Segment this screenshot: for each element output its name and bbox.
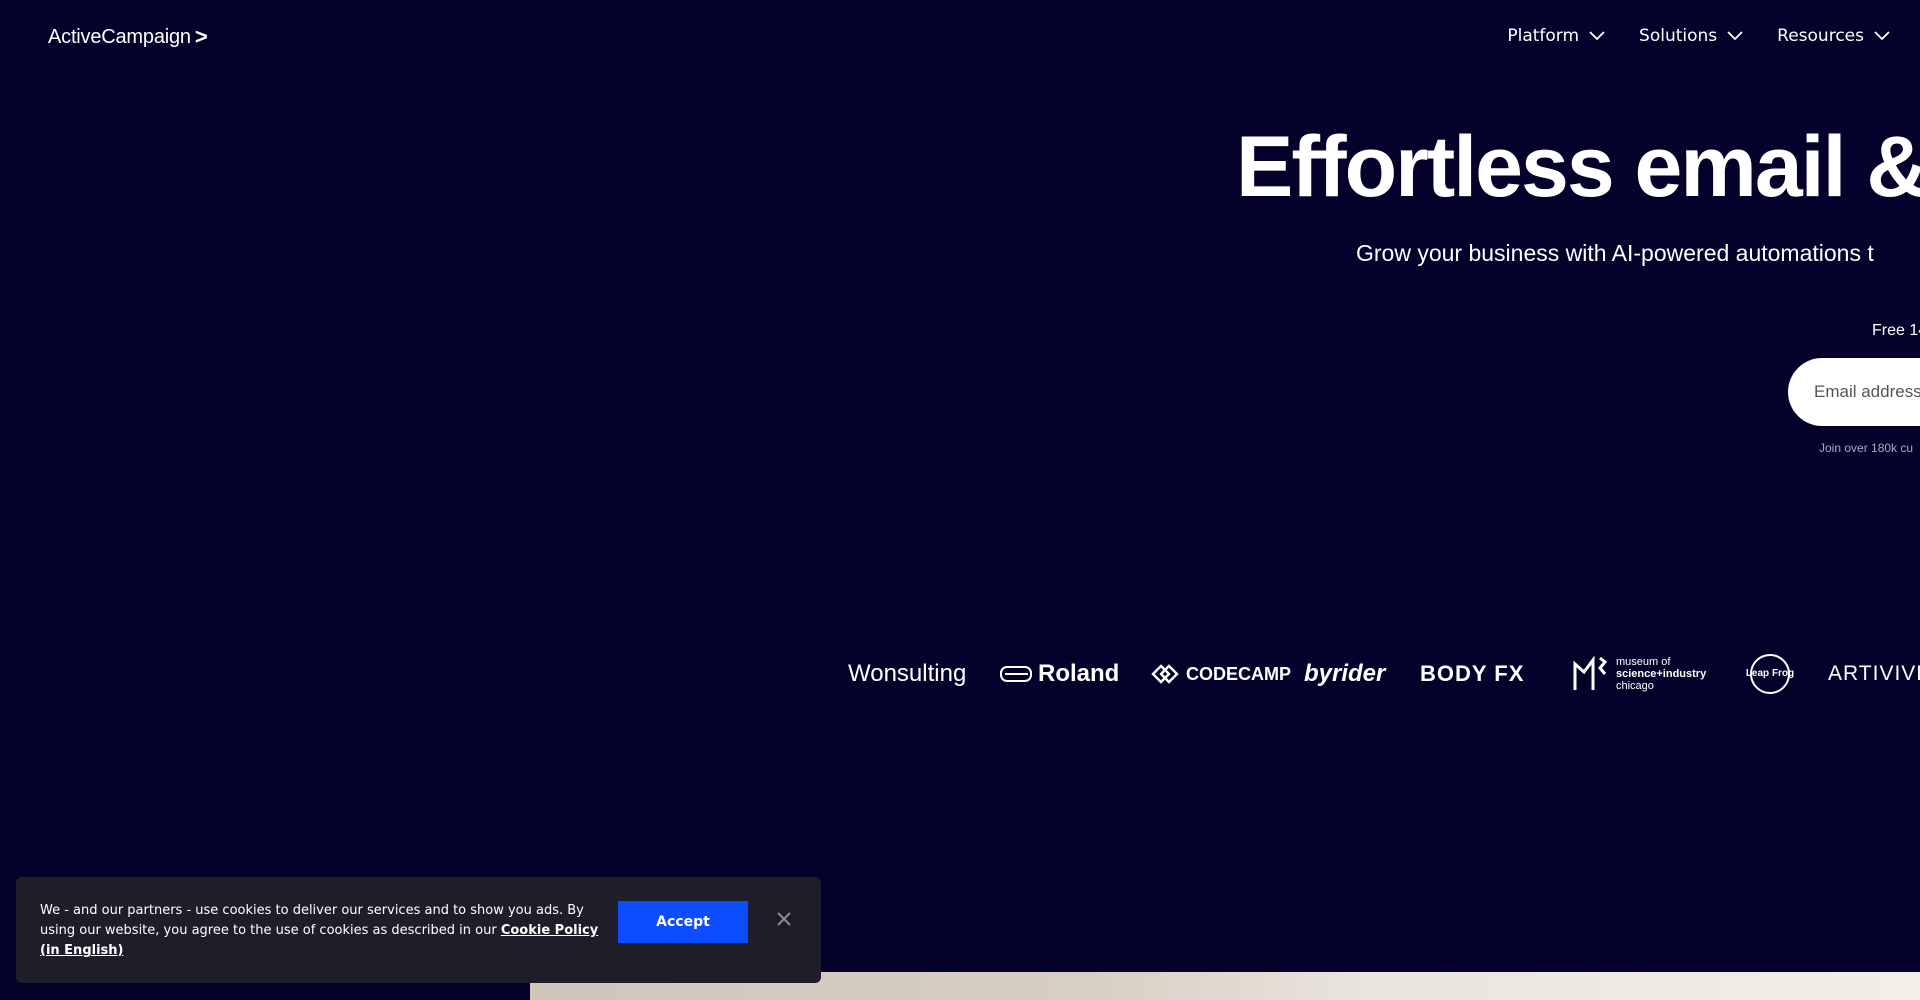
accept-button[interactable]: Accept [618, 901, 748, 943]
nav-solutions[interactable]: Solutions [1639, 26, 1743, 46]
logo-text: ActiveCampaign [48, 25, 191, 48]
email-field[interactable] [1788, 358, 1920, 426]
logo-msi-line1: museum of [1616, 656, 1671, 668]
logo-codecamp-text: CODECAMP [1186, 663, 1292, 684]
logo-wonsulting: Wonsulting [848, 654, 966, 694]
chevron-down-icon [1727, 31, 1743, 41]
join-text: Join over 180k cu [1819, 441, 1914, 455]
hero-title: Effortless email & [1236, 119, 1920, 215]
nav-platform-label: Platform [1507, 26, 1580, 46]
cookie-banner: We - and our partners - use cookies to d… [16, 877, 821, 983]
nav-solutions-label: Solutions [1639, 26, 1718, 46]
logo-byrider-text: byrider [1304, 660, 1386, 687]
customer-logos: Wonsulting Roland CODECAMP byrider BODY … [848, 654, 1920, 702]
nav-resources-label: Resources [1777, 26, 1864, 46]
logo-bodyfx: BODY FX [1420, 654, 1524, 694]
logo-roland: Roland [1000, 654, 1119, 694]
msi-mark-icon [1573, 655, 1608, 690]
logo-msi-line3: chicago [1616, 680, 1654, 692]
leapfrog-badge: Leap Frog [1746, 654, 1794, 694]
logo-codecamp: CODECAMP [1150, 654, 1291, 694]
email-field-wrapper [1788, 358, 1920, 426]
hero-subtitle: Grow your business with AI-powered autom… [1356, 240, 1874, 266]
close-icon-glyph [777, 912, 791, 926]
cookie-text: We - and our partners - use cookies to d… [40, 901, 600, 961]
logo-chevron-icon: > [194, 24, 208, 49]
logo-msi: museum of science+industry chicago [1572, 654, 1706, 694]
logo-msi-text: museum of science+industry chicago [1616, 656, 1706, 692]
top-nav: Platform Solutions Resources [1507, 26, 1890, 46]
brand-logo[interactable]: ActiveCampaign > [48, 24, 208, 50]
logo-artivive: ARTIVIVE [1828, 654, 1920, 694]
nav-resources[interactable]: Resources [1777, 26, 1890, 46]
logo-bodyfx-text: BODY FX [1420, 661, 1525, 686]
logo-byrider: byrider [1304, 654, 1385, 694]
chevron-down-icon [1874, 31, 1890, 41]
nav-platform[interactable]: Platform [1507, 26, 1605, 46]
logo-roland-text: Roland [1038, 660, 1120, 687]
logo-leapfrog: Leap Frog [1746, 654, 1794, 694]
logo-artivive-text: ARTIVIVE [1828, 662, 1920, 685]
close-icon[interactable] [774, 909, 794, 929]
logo-msi-line2: science+industry [1616, 668, 1707, 680]
logo-wonsulting-text: Wonsulting [848, 660, 967, 687]
trial-text: Free 14 [1872, 322, 1920, 339]
chevron-down-icon [1589, 31, 1605, 41]
roland-mark-icon [1000, 666, 1032, 682]
codecamp-mark-icon [1151, 664, 1179, 684]
